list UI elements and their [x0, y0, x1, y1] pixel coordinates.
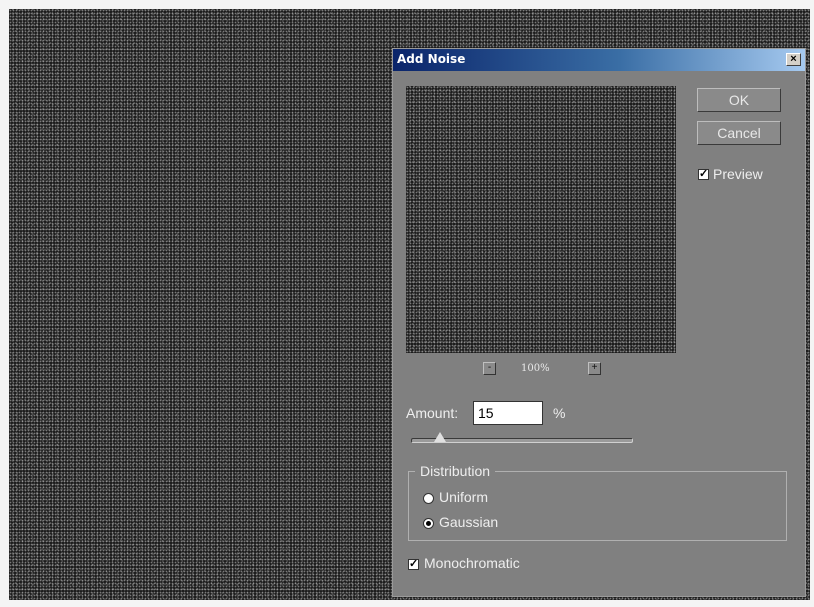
dialog-titlebar[interactable]: Add Noise × — [393, 49, 805, 71]
amount-unit: % — [553, 405, 566, 421]
add-noise-dialog: Add Noise × OK Cancel ✓ Preview - 100% +… — [392, 48, 806, 597]
zoom-in-button[interactable]: + — [588, 362, 601, 375]
zoom-out-button[interactable]: - — [483, 362, 496, 375]
uniform-radio[interactable] — [423, 493, 434, 504]
amount-label: Amount: — [406, 405, 459, 421]
ok-button[interactable]: OK — [697, 88, 781, 112]
monochromatic-label[interactable]: Monochromatic — [424, 555, 520, 571]
minus-icon: - — [487, 362, 492, 373]
zoom-level: 100% — [521, 363, 550, 374]
uniform-label[interactable]: Uniform — [439, 489, 488, 505]
preview-label[interactable]: Preview — [713, 166, 763, 182]
checkmark-icon: ✓ — [409, 558, 419, 570]
dialog-title: Add Noise — [397, 52, 466, 66]
close-button[interactable]: × — [786, 53, 801, 66]
plus-icon: + — [591, 362, 598, 373]
gaussian-radio[interactable] — [423, 518, 434, 529]
close-icon: × — [790, 53, 797, 65]
cancel-button[interactable]: Cancel — [697, 121, 781, 145]
amount-slider-thumb[interactable] — [433, 432, 446, 442]
monochromatic-checkbox[interactable]: ✓ — [408, 559, 419, 570]
amount-input[interactable] — [473, 401, 543, 425]
distribution-label: Distribution — [415, 463, 496, 479]
gaussian-label[interactable]: Gaussian — [439, 514, 498, 530]
preview-checkbox[interactable]: ✓ — [698, 169, 709, 180]
checkmark-icon: ✓ — [699, 168, 709, 180]
radio-dot-icon — [426, 521, 431, 526]
preview-pane[interactable] — [406, 86, 676, 353]
distribution-group — [408, 471, 787, 541]
